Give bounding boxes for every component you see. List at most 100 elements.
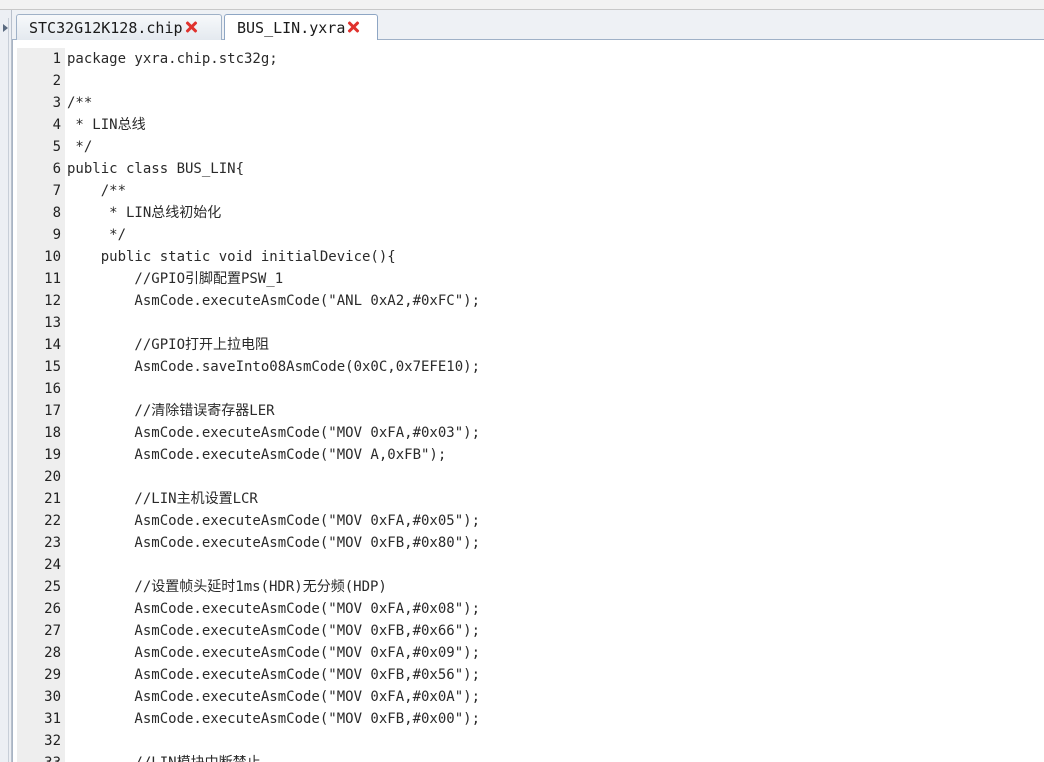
code-text[interactable]: //设置帧头延时1ms(HDR)无分频(HDP) bbox=[67, 576, 386, 598]
line-number: 29 bbox=[44, 667, 61, 683]
line-number: 15 bbox=[44, 359, 61, 375]
code-line[interactable]: 9 */ bbox=[13, 224, 1043, 246]
code-text[interactable]: * LIN总线初始化 bbox=[67, 202, 221, 224]
code-line[interactable]: 17 //清除错误寄存器LER bbox=[13, 400, 1043, 422]
code-text[interactable]: //LIN模块中断禁止 bbox=[67, 752, 260, 762]
code-text[interactable]: AsmCode.executeAsmCode("MOV 0xFB,#0x00")… bbox=[67, 708, 480, 730]
line-number: 16 bbox=[44, 381, 61, 397]
code-text[interactable]: //GPIO打开上拉电阻 bbox=[67, 334, 269, 356]
code-line[interactable]: 16 bbox=[13, 378, 1043, 400]
code-text[interactable]: AsmCode.executeAsmCode("MOV 0xFB,#0x56")… bbox=[67, 664, 480, 686]
line-number: 6 bbox=[52, 161, 61, 177]
code-text[interactable]: /** bbox=[67, 180, 126, 202]
line-number: 4 bbox=[52, 117, 61, 133]
code-area[interactable]: 1 package yxra.chip.stc32g; 2 3/** 4 * LIN总线… bbox=[13, 48, 1043, 762]
code-text[interactable]: /** bbox=[67, 92, 92, 114]
code-text[interactable]: */ bbox=[67, 224, 126, 246]
line-number: 22 bbox=[44, 513, 61, 529]
code-line[interactable]: 23 AsmCode.executeAsmCode("MOV 0xFB,#0x8… bbox=[13, 532, 1043, 554]
close-icon[interactable] bbox=[185, 21, 197, 33]
line-number: 5 bbox=[52, 139, 61, 155]
code-line[interactable]: 31 AsmCode.executeAsmCode("MOV 0xFB,#0x0… bbox=[13, 708, 1043, 730]
line-number: 10 bbox=[44, 249, 61, 265]
code-line[interactable]: 25 //设置帧头延时1ms(HDR)无分频(HDP) bbox=[13, 576, 1043, 598]
code-line[interactable]: 1 package yxra.chip.stc32g; bbox=[13, 48, 1043, 70]
line-number: 23 bbox=[44, 535, 61, 551]
code-line[interactable]: 3 /** bbox=[13, 92, 1043, 114]
line-number: 28 bbox=[44, 645, 61, 661]
code-line[interactable]: 7 /** bbox=[13, 180, 1043, 202]
line-number: 14 bbox=[44, 337, 61, 353]
line-number: 32 bbox=[44, 733, 61, 749]
line-number: 8 bbox=[52, 205, 61, 221]
code-line[interactable]: 2 bbox=[13, 70, 1043, 92]
code-text[interactable]: AsmCode.saveInto08AsmCode(0x0C,0x7EFE10)… bbox=[67, 356, 480, 378]
code-line[interactable]: 21 //LIN主机设置LCR bbox=[13, 488, 1043, 510]
code-line[interactable]: 15 AsmCode.saveInto08AsmCode(0x0C,0x7EFE… bbox=[13, 356, 1043, 378]
line-number: 24 bbox=[44, 557, 61, 573]
line-number: 21 bbox=[44, 491, 61, 507]
tab-stc32g12k128-chip[interactable]: STC32G12K128.chip bbox=[16, 14, 222, 40]
code-text[interactable]: AsmCode.executeAsmCode("MOV 0xFA,#0x09")… bbox=[67, 642, 480, 664]
line-number: 2 bbox=[52, 73, 61, 89]
code-line[interactable]: 33 //LIN模块中断禁止 bbox=[13, 752, 1043, 762]
code-line[interactable]: 14 //GPIO打开上拉电阻 bbox=[13, 334, 1043, 356]
code-line[interactable]: 28 AsmCode.executeAsmCode("MOV 0xFA,#0x0… bbox=[13, 642, 1043, 664]
code-text[interactable]: //清除错误寄存器LER bbox=[67, 400, 274, 422]
code-line[interactable]: 27 AsmCode.executeAsmCode("MOV 0xFB,#0x6… bbox=[13, 620, 1043, 642]
code-text[interactable]: AsmCode.executeAsmCode("MOV 0xFA,#0x05")… bbox=[67, 510, 480, 532]
tab-label: BUS_LIN.yxra bbox=[237, 19, 346, 37]
code-text[interactable]: AsmCode.executeAsmCode("MOV 0xFB,#0x80")… bbox=[67, 532, 480, 554]
editor-tab-bar: STC32G12K128.chip BUS_LIN.yxra bbox=[12, 10, 1044, 41]
line-number: 27 bbox=[44, 623, 61, 639]
code-line[interactable]: 32 bbox=[13, 730, 1043, 752]
line-number: 33 bbox=[17, 752, 61, 762]
code-text[interactable]: AsmCode.executeAsmCode("MOV A,0xFB"); bbox=[67, 444, 446, 466]
line-number: 13 bbox=[44, 315, 61, 331]
side-panel-toggle[interactable] bbox=[0, 10, 12, 762]
code-text[interactable]: * LIN总线 bbox=[67, 114, 145, 136]
line-number: 3 bbox=[52, 95, 61, 111]
line-number: 12 bbox=[44, 293, 61, 309]
code-line[interactable]: 5 */ bbox=[13, 136, 1043, 158]
code-text[interactable]: //GPIO引脚配置PSW_1 bbox=[67, 268, 283, 290]
code-line[interactable]: 6 public class BUS_LIN{ bbox=[13, 158, 1043, 180]
code-line[interactable]: 13 bbox=[13, 312, 1043, 334]
code-line[interactable]: 20 bbox=[13, 466, 1043, 488]
code-line[interactable]: 19 AsmCode.executeAsmCode("MOV A,0xFB"); bbox=[13, 444, 1043, 466]
tab-bus-lin-yxra[interactable]: BUS_LIN.yxra bbox=[224, 14, 378, 41]
code-line[interactable]: 4 * LIN总线 bbox=[13, 114, 1043, 136]
code-text[interactable]: AsmCode.executeAsmCode("MOV 0xFA,#0x0A")… bbox=[67, 686, 480, 708]
code-line[interactable]: 18 AsmCode.executeAsmCode("MOV 0xFA,#0x0… bbox=[13, 422, 1043, 444]
close-icon[interactable] bbox=[347, 21, 359, 33]
code-text[interactable]: AsmCode.executeAsmCode("MOV 0xFA,#0x08")… bbox=[67, 598, 480, 620]
code-line[interactable]: 26 AsmCode.executeAsmCode("MOV 0xFA,#0x0… bbox=[13, 598, 1043, 620]
ide-window: STC32G12K128.chip BUS_LIN.yxra 1 package … bbox=[0, 0, 1044, 762]
code-text[interactable]: package yxra.chip.stc32g; bbox=[67, 48, 278, 70]
code-line[interactable]: 24 bbox=[13, 554, 1043, 576]
code-line[interactable]: 29 AsmCode.executeAsmCode("MOV 0xFB,#0x5… bbox=[13, 664, 1043, 686]
line-number: 19 bbox=[44, 447, 61, 463]
code-line[interactable]: 11 //GPIO引脚配置PSW_1 bbox=[13, 268, 1043, 290]
code-line[interactable]: 12 AsmCode.executeAsmCode("ANL 0xA2,#0xF… bbox=[13, 290, 1043, 312]
code-text[interactable]: //LIN主机设置LCR bbox=[67, 488, 257, 510]
code-text[interactable]: AsmCode.executeAsmCode("MOV 0xFA,#0x03")… bbox=[67, 422, 480, 444]
code-line[interactable]: 30 AsmCode.executeAsmCode("MOV 0xFA,#0x0… bbox=[13, 686, 1043, 708]
line-number: 1 bbox=[52, 51, 61, 67]
panel-divider bbox=[8, 18, 9, 762]
tab-label: STC32G12K128.chip bbox=[29, 19, 183, 37]
line-number: 31 bbox=[44, 711, 61, 727]
code-text[interactable]: public static void initialDevice(){ bbox=[67, 246, 396, 268]
line-number: 9 bbox=[52, 227, 61, 243]
line-number: 30 bbox=[44, 689, 61, 705]
code-text[interactable]: AsmCode.executeAsmCode("MOV 0xFB,#0x66")… bbox=[67, 620, 480, 642]
code-line[interactable]: 10 public static void initialDevice(){ bbox=[13, 246, 1043, 268]
line-number: 20 bbox=[44, 469, 61, 485]
code-text[interactable]: AsmCode.executeAsmCode("ANL 0xA2,#0xFC")… bbox=[67, 290, 480, 312]
line-number: 26 bbox=[44, 601, 61, 617]
code-line[interactable]: 8 * LIN总线初始化 bbox=[13, 202, 1043, 224]
code-text[interactable]: public class BUS_LIN{ bbox=[67, 158, 244, 180]
code-text[interactable]: */ bbox=[67, 136, 92, 158]
code-editor[interactable]: 1 package yxra.chip.stc32g; 2 3/** 4 * LIN总线… bbox=[12, 40, 1044, 762]
code-line[interactable]: 22 AsmCode.executeAsmCode("MOV 0xFA,#0x0… bbox=[13, 510, 1043, 532]
